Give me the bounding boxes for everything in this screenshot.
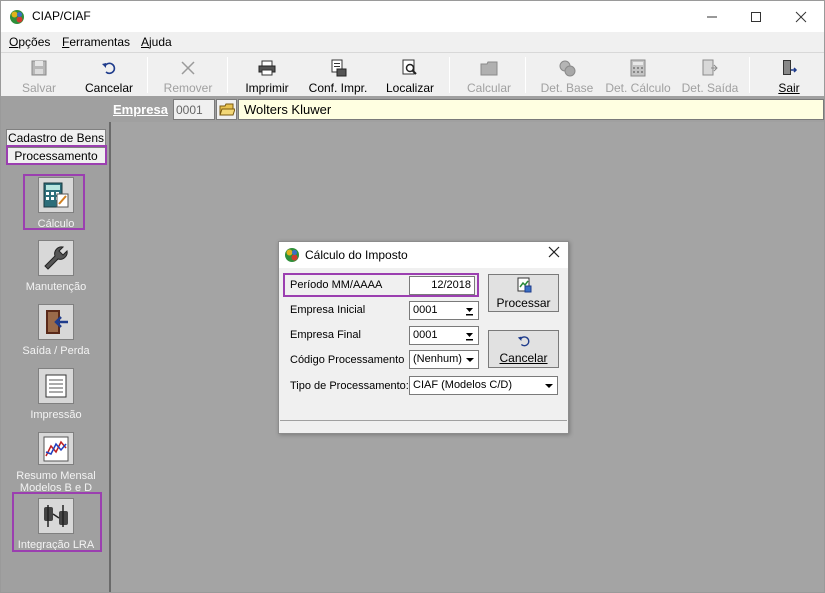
close-icon: [795, 11, 807, 22]
app-window: CIAP/CIAF Opções Ferramentas Ajuda Salva…: [0, 0, 825, 593]
cancelar-button[interactable]: Cancelar: [81, 55, 137, 95]
calculator-icon: [628, 58, 648, 78]
maximize-button[interactable]: [733, 1, 779, 32]
close-icon: [548, 246, 560, 258]
lookup-down-icon[interactable]: [462, 303, 477, 318]
empresa-final-value: 0001: [413, 329, 438, 341]
empresa-final-label: Empresa Final: [290, 329, 361, 341]
folder-calc-icon: [479, 58, 499, 78]
localizar-button[interactable]: Localizar: [381, 55, 439, 95]
codigo-processamento-label: Código Processamento: [290, 354, 405, 366]
document-arrow-icon: [700, 58, 720, 78]
undo-icon: [99, 58, 119, 78]
toolbar: Salvar Cancelar Remover Imprimir Conf. I…: [1, 52, 824, 97]
tipo-processamento-select[interactable]: CIAF (Modelos C/D): [409, 376, 558, 395]
floppy-disk-icon: [29, 58, 49, 78]
empresa-code-field[interactable]: 0001: [173, 99, 215, 120]
sidebar-item-label: Manutenção: [25, 281, 87, 293]
sidebar-item-label: Resumo Mensal Modelos B e D: [16, 470, 96, 492]
open-folder-icon: [218, 103, 235, 115]
undo-icon: [517, 334, 531, 351]
printer-icon: [257, 58, 277, 78]
sidebar-item-impressao[interactable]: Impressão: [6, 368, 106, 428]
lookup-down-icon[interactable]: [462, 328, 477, 343]
menu-ferramentas[interactable]: Ferramentas: [62, 35, 130, 49]
processar-button[interactable]: Processar: [488, 274, 559, 312]
minimize-icon: [707, 16, 717, 17]
menu-bar: Opções Ferramentas Ajuda: [1, 32, 824, 52]
wrench-icon: [38, 240, 74, 276]
remover-button[interactable]: Remover: [159, 55, 217, 95]
window-title: CIAP/CIAF: [32, 9, 91, 23]
line-chart-icon: [38, 432, 74, 466]
exit-door-icon: [779, 58, 799, 78]
dialog-close-button[interactable]: [548, 245, 560, 263]
sair-button[interactable]: Sair: [767, 55, 811, 95]
x-delete-icon: [178, 58, 198, 78]
sidebar-item-label: Saída / Perda: [22, 345, 90, 357]
document-stack-icon: [38, 368, 74, 404]
cancelar-dialog-button[interactable]: Cancelar: [488, 330, 559, 368]
calcular-button[interactable]: Calcular: [461, 55, 517, 95]
menu-ajuda[interactable]: Ajuda: [141, 35, 172, 49]
find-document-icon: [400, 58, 420, 78]
exit-door-icon: [38, 304, 74, 340]
det-base-button[interactable]: Det. Base: [537, 55, 597, 95]
det-calculo-button[interactable]: Det. Cálculo: [603, 55, 673, 95]
minimize-button[interactable]: [689, 1, 735, 32]
imprimir-button[interactable]: Imprimir: [239, 55, 295, 95]
dialog-title: Cálculo do Imposto: [305, 248, 408, 262]
sidebar-item-saida-perda[interactable]: Saída / Perda: [6, 304, 106, 364]
tab-cadastro-de-bens[interactable]: Cadastro de Bens: [6, 129, 106, 146]
dialog-status-bar: [280, 420, 567, 432]
processar-label: Processar: [496, 295, 551, 310]
printer-settings-icon: [328, 58, 348, 78]
calculo-imposto-dialog: Cálculo do Imposto Período MM/AAAA 12/20…: [278, 241, 569, 434]
empresa-label: Empresa: [113, 102, 168, 117]
tipo-processamento-label: Tipo de Processamento:: [290, 380, 409, 392]
periodo-label: Período MM/AAAA: [290, 279, 383, 291]
empresa-inicial-field[interactable]: 0001: [409, 301, 479, 320]
close-window-button[interactable]: [778, 1, 824, 32]
salvar-button[interactable]: Salvar: [13, 55, 65, 95]
highlight-calculo: [23, 174, 85, 230]
chevron-down-icon[interactable]: [541, 378, 556, 393]
empresa-final-field[interactable]: 0001: [409, 326, 479, 345]
empresa-inicial-label: Empresa Inicial: [290, 304, 366, 316]
cancelar-label: Cancelar: [499, 350, 548, 365]
empresa-inicial-value: 0001: [413, 304, 438, 316]
tipo-processamento-value: CIAF (Modelos C/D): [413, 379, 513, 391]
dialog-title-bar: Cálculo do Imposto: [279, 242, 568, 268]
app-logo-icon: [284, 247, 300, 263]
highlight-integracao-lra: [12, 492, 102, 552]
codigo-processamento-select[interactable]: (Nenhum): [409, 350, 479, 369]
det-saida-button[interactable]: Det. Saída: [679, 55, 741, 95]
empresa-bar: Empresa 0001 Wolters Kluwer: [1, 97, 824, 122]
sidebar: Cadastro de Bens Processamento Cálculo M…: [1, 122, 111, 592]
coins-icon: [557, 58, 577, 78]
title-bar: CIAP/CIAF: [1, 1, 824, 32]
highlight-processamento: [6, 145, 107, 165]
app-logo-icon: [9, 9, 25, 25]
open-empresa-button[interactable]: [216, 99, 237, 120]
sidebar-item-resumo-mensal[interactable]: Resumo Mensal Modelos B e D: [6, 432, 106, 492]
chevron-down-icon[interactable]: [462, 352, 477, 367]
sidebar-item-manutencao[interactable]: Manutenção: [6, 240, 106, 300]
codigo-processamento-value: (Nenhum): [413, 353, 462, 365]
empresa-name-field: Wolters Kluwer: [238, 99, 824, 120]
periodo-input[interactable]: 12/2018: [409, 276, 475, 295]
menu-opcoes[interactable]: Opções: [9, 35, 50, 49]
sidebar-item-label: Impressão: [30, 409, 82, 421]
conf-impr-button[interactable]: Conf. Impr.: [303, 55, 373, 95]
maximize-icon: [751, 11, 761, 22]
process-icon: [516, 277, 532, 296]
